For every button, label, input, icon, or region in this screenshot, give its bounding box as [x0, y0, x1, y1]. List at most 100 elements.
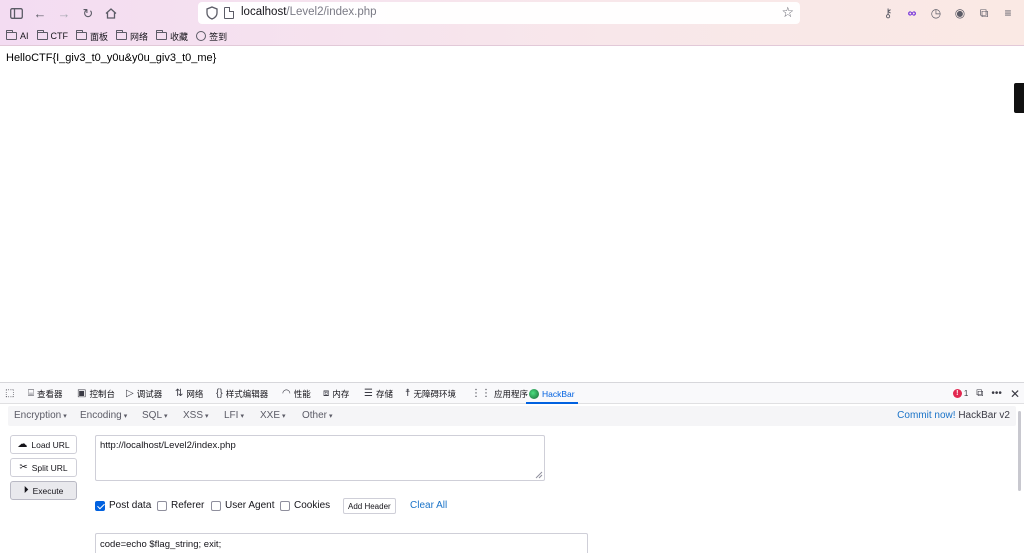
menu-xxe[interactable]: XXE ▾ [260, 410, 286, 421]
menu-other[interactable]: Other ▾ [302, 410, 333, 421]
tab-label: 控制台 [89, 388, 115, 399]
folder-icon [116, 30, 128, 40]
bookmark-favorites[interactable]: 收藏 [156, 30, 188, 43]
tab-performance[interactable]: ◠ 性能 [282, 383, 311, 404]
dock-icon[interactable]: ⧉ [976, 388, 983, 399]
bookmark-star-icon[interactable]: ☆ [781, 4, 794, 21]
split-url-button[interactable]: ✂ Split URL [10, 458, 77, 477]
chevron-down-icon: ▾ [205, 413, 209, 420]
add-header-button[interactable]: Add Header [343, 498, 396, 514]
menu-lfi[interactable]: LFI ▾ [224, 410, 244, 421]
tab-accessibility[interactable]: ☨ 无障碍环境 [405, 383, 456, 404]
application-icon: ⋮⋮ [471, 388, 491, 399]
element-picker-icon[interactable]: ⬚ [5, 383, 14, 404]
menu-label: LFI [224, 410, 239, 421]
scissors-icon: ✂ [19, 462, 28, 473]
commit-link[interactable]: Commit now! [897, 410, 955, 421]
devtools-tabbar: ⬚ ⌸ 查看器 ▣ 控制台 ▷ 调试器 ⇅ 网络 {} 样式编辑器 ◠ 性能 ⧈ 内存 ☰ 存储… [0, 383, 1024, 404]
back-arrow-icon[interactable]: ← [31, 4, 49, 22]
scrollbar[interactable] [1018, 411, 1021, 491]
tab-storage[interactable]: ☰ 存储 [364, 383, 393, 404]
tab-style-editor[interactable]: {} 样式编辑器 [216, 383, 268, 404]
url-host: localhost [241, 6, 287, 18]
bookmark-label: 收藏 [170, 31, 189, 42]
bookmark-panel[interactable]: 面板 [76, 30, 108, 43]
tab-debugger[interactable]: ▷ 调试器 [126, 383, 162, 404]
url-text[interactable]: localhost/Level2/index.php [241, 6, 377, 18]
reload-icon[interactable]: ↻ [79, 4, 97, 22]
post-data-checkbox[interactable] [95, 500, 105, 511]
extensions-puzzle-icon[interactable]: ⧉ [972, 4, 996, 22]
cookies-checkbox[interactable] [280, 500, 290, 511]
home-icon[interactable] [102, 4, 120, 22]
menu-label: Other [302, 410, 328, 421]
referer-option[interactable]: Referer [157, 500, 204, 511]
menu-label: SQL [142, 410, 163, 421]
bookmark-network[interactable]: 网络 [116, 30, 148, 43]
folder-icon [6, 30, 17, 40]
tab-label: 无障碍环境 [413, 388, 456, 399]
menu-label: XSS [183, 410, 204, 421]
account-icon[interactable]: ◉ [948, 4, 972, 22]
tab-memory[interactable]: ⧈ 内存 [323, 383, 349, 404]
menu-xss[interactable]: XSS ▾ [183, 410, 209, 421]
bookmark-checkin[interactable]: 签到 [196, 30, 227, 43]
history-clock-icon[interactable]: ◷ [924, 4, 948, 22]
storage-icon: ☰ [364, 388, 373, 399]
tab-hackbar[interactable]: HackBar [526, 383, 578, 404]
page-info-icon[interactable] [224, 7, 234, 19]
browser-chrome: ← → ↻ localhost/Level2/index.php ☆ ⚷ ∞ ◷… [0, 0, 1024, 46]
console-icon: ▣ [77, 388, 87, 399]
menu-label: Encoding [80, 410, 122, 421]
hackbar-menu: Encryption ▾ Encoding ▾ SQL ▾ XSS ▾ LFI ▾ XXE… [8, 406, 1016, 426]
tab-network[interactable]: ⇅ 网络 [175, 383, 203, 404]
url-textarea[interactable]: http://localhost/Level2/index.php [95, 435, 545, 481]
menu-encoding[interactable]: Encoding ▾ [80, 410, 127, 421]
chevron-down-icon: ▾ [282, 413, 286, 420]
load-url-button[interactable]: ☁ Load URL [10, 435, 77, 454]
bookmark-ctf[interactable]: CTF [36, 30, 68, 41]
sidebar-toggle-icon[interactable] [7, 4, 25, 22]
execute-button[interactable]: ⏵ Execute [10, 481, 77, 500]
user-agent-checkbox[interactable] [211, 500, 221, 511]
cookies-option[interactable]: Cookies [280, 500, 330, 511]
url-path: /Level2/index.php [286, 6, 377, 18]
post-data-textarea[interactable]: code=echo $flag_string; exit; [95, 533, 588, 553]
menu-icon[interactable]: ≡ [996, 4, 1020, 22]
memory-icon: ⧈ [323, 388, 330, 399]
user-agent-option[interactable]: User Agent [211, 500, 274, 511]
devtools-controls: ! 1 ⧉ ••• ✕ [952, 383, 1020, 404]
menu-sql[interactable]: SQL ▾ [142, 410, 168, 421]
play-circle-icon: ⏵ [23, 485, 29, 496]
tab-label: 网络 [186, 388, 204, 399]
accessibility-icon: ☨ [405, 388, 411, 399]
forward-arrow-icon[interactable]: → [55, 4, 73, 22]
side-extension-tab[interactable] [1014, 83, 1024, 113]
style-editor-icon: {} [216, 388, 223, 399]
tab-application[interactable]: ⋮⋮ 应用程序 [471, 383, 528, 404]
tab-inspector[interactable]: ⌸ 查看器 [28, 383, 63, 404]
more-options-icon[interactable]: ••• [991, 388, 1002, 399]
menu-label: Encryption [14, 410, 62, 421]
shield-icon[interactable] [206, 6, 218, 20]
button-label: Split URL [31, 462, 68, 473]
resize-grip-icon[interactable] [535, 471, 543, 479]
folder-icon [76, 30, 88, 40]
tab-label: 应用程序 [494, 388, 529, 399]
key-icon[interactable]: ⚷ [876, 4, 900, 22]
folder-icon [36, 30, 48, 40]
extension-mask-icon[interactable]: ∞ [900, 4, 924, 22]
clear-all-link[interactable]: Clear All [410, 500, 447, 511]
menu-encryption[interactable]: Encryption ▾ [14, 410, 67, 421]
error-badge[interactable]: ! 1 [952, 389, 968, 398]
devtools-panel: ⬚ ⌸ 查看器 ▣ 控制台 ▷ 调试器 ⇅ 网络 {} 样式编辑器 ◠ 性能 ⧈ 内存 ☰ 存储… [0, 382, 1024, 553]
globe-icon [196, 31, 207, 41]
tab-console[interactable]: ▣ 控制台 [77, 383, 115, 404]
address-bar[interactable]: localhost/Level2/index.php ☆ [198, 2, 800, 24]
network-icon: ⇅ [175, 388, 184, 399]
bookmark-ai[interactable]: AI [6, 30, 29, 41]
close-icon[interactable]: ✕ [1010, 387, 1020, 401]
post-data-option[interactable]: Post data [95, 500, 151, 511]
option-label: User Agent [225, 500, 275, 511]
referer-checkbox[interactable] [157, 500, 167, 511]
